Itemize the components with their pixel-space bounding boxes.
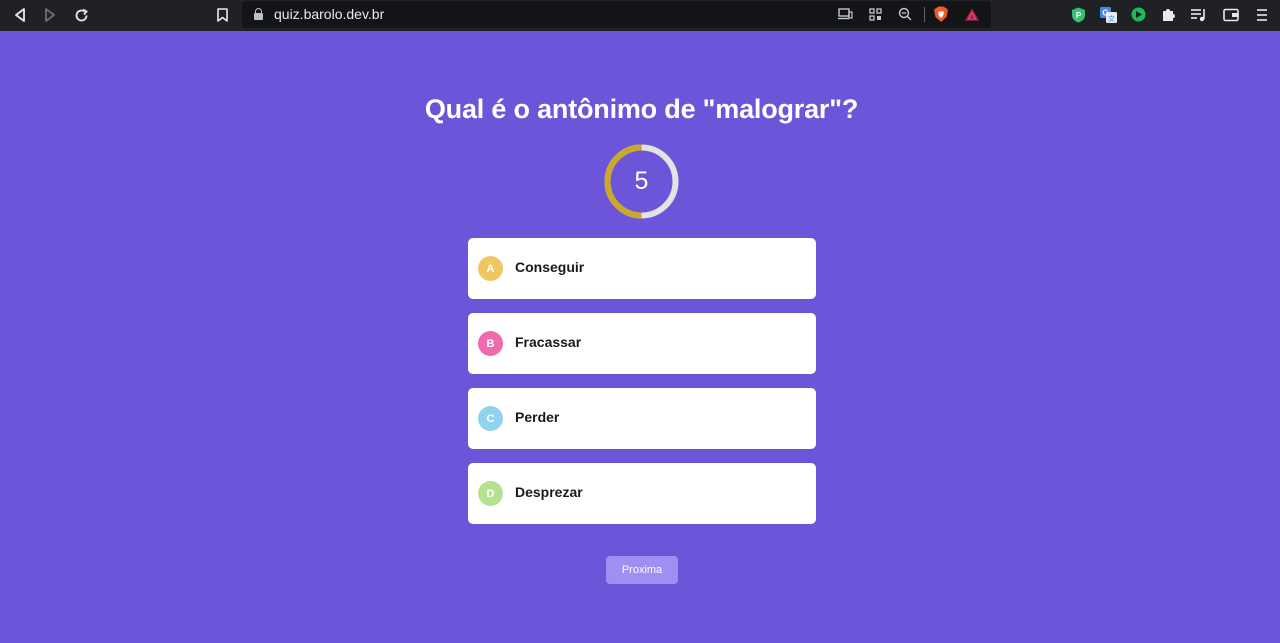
back-arrow-icon[interactable] (9, 5, 31, 25)
address-bar[interactable]: quiz.barolo.dev.br (242, 1, 991, 28)
url-text: quiz.barolo.dev.br (274, 6, 385, 22)
vpn-shield-icon[interactable]: P (1070, 6, 1087, 23)
menu-icon[interactable] (1253, 6, 1270, 23)
playlist-icon[interactable] (1190, 6, 1207, 23)
option-letter-badge: C (478, 406, 503, 431)
svg-text:文: 文 (1108, 14, 1115, 23)
timer-value: 5 (634, 167, 649, 195)
url-divider (924, 7, 925, 22)
forward-arrow-icon[interactable] (39, 5, 61, 25)
wallet-icon[interactable] (1222, 6, 1239, 23)
media-icon[interactable] (1130, 6, 1147, 23)
reload-icon[interactable] (70, 5, 92, 25)
option-label: Conseguir (515, 259, 585, 275)
option-label: Desprezar (515, 484, 583, 500)
qr-code-icon[interactable] (867, 6, 883, 22)
option-letter-badge: A (478, 256, 503, 281)
option-b[interactable]: B Fracassar (468, 313, 816, 374)
brave-shield-icon[interactable] (933, 6, 949, 22)
next-button[interactable]: Proxima (606, 556, 678, 584)
puzzle-icon[interactable] (1160, 6, 1177, 23)
option-label: Fracassar (515, 334, 582, 350)
cast-icon[interactable] (837, 6, 853, 22)
option-letter-badge: D (478, 481, 503, 506)
option-d[interactable]: D Desprezar (468, 463, 816, 524)
zoom-out-icon[interactable] (897, 6, 913, 22)
option-a[interactable]: A Conseguir (468, 238, 816, 299)
countdown-timer: 5 (603, 143, 680, 220)
answer-options: A Conseguir B Fracassar C Perder D Despr… (468, 238, 816, 538)
option-c[interactable]: C Perder (468, 388, 816, 449)
option-letter-badge: B (478, 331, 503, 356)
question-title: Qual é o antônimo de "malograr"? (424, 94, 859, 124)
svg-text:P: P (1076, 11, 1082, 20)
translate-icon[interactable]: G文 (1100, 6, 1117, 23)
browser-toolbar: quiz.barolo.dev.br P G文 (0, 0, 1280, 31)
lock-icon (254, 8, 263, 20)
brave-rewards-icon[interactable] (964, 6, 980, 22)
bookmark-icon[interactable] (211, 5, 233, 25)
option-label: Perder (515, 409, 560, 425)
